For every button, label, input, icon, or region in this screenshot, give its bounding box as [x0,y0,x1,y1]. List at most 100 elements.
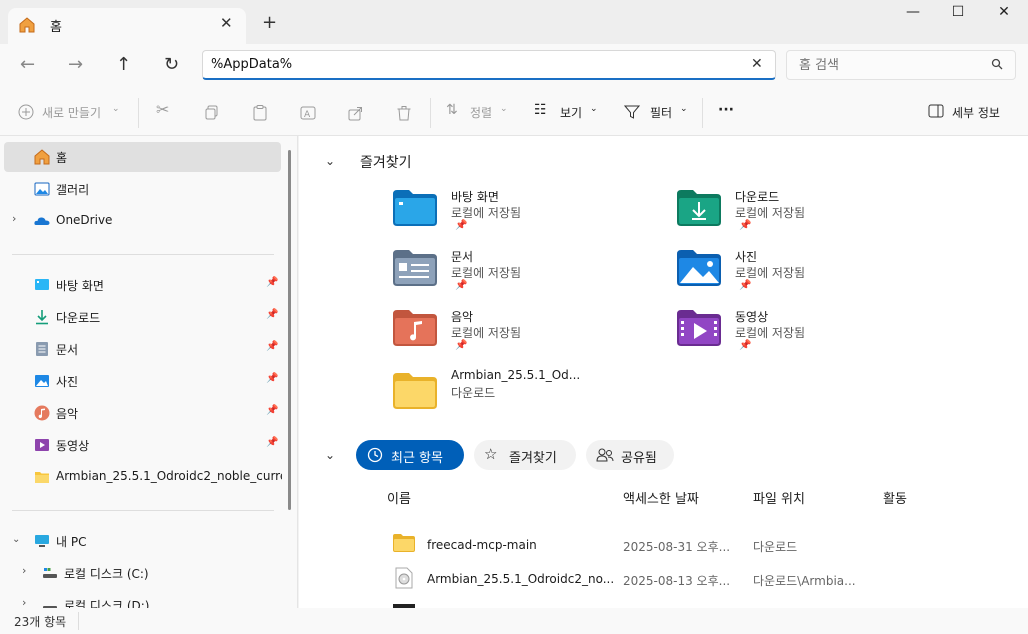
pin-icon[interactable]: 📌 [266,405,278,416]
file-location: 다운로드\Armbia... [753,574,856,588]
paste-icon[interactable] [252,105,268,121]
share-icon[interactable] [348,105,364,121]
address-input[interactable] [211,57,731,72]
close-button[interactable]: ✕ [981,4,1027,28]
pin-icon[interactable]: 📌 [266,309,278,320]
new-tab-button[interactable]: + [262,12,277,33]
favorite-item-documents[interactable]: 문서 로컬에 저장됨 📌 [393,248,653,304]
sidebar-item-this-pc[interactable]: ⌄ 내 PC [4,526,281,556]
sidebar-item-home[interactable]: 홈 [4,142,281,172]
pin-icon: 📌 [739,340,752,351]
favorite-item-music[interactable]: 음악 로컬에 저장됨 📌 [393,308,653,364]
people-icon [596,448,614,462]
sidebar-item-gallery[interactable]: 갤러리 [4,174,281,204]
desktop-icon [34,277,50,293]
pin-icon: 📌 [739,280,752,291]
chevron-down-icon: ⌄ [112,104,120,114]
pin-icon[interactable]: 📌 [266,373,278,384]
chevron-down-icon[interactable]: ⌄ [325,448,335,462]
sidebar-item-desktop[interactable]: 바탕 화면 📌 [4,270,281,300]
chevron-down-icon[interactable]: ⌄ [12,534,20,545]
pin-icon[interactable]: 📌 [266,341,278,352]
column-header-date[interactable]: 액세스한 날짜 [623,488,699,507]
documents-icon [393,250,437,286]
search-icon[interactable] [991,58,1003,70]
cut-icon[interactable]: ✂ [156,100,169,119]
favorite-status: 로컬에 저장됨 [451,326,522,340]
chevron-down-icon: ⌄ [680,104,688,114]
sidebar-divider [12,254,274,255]
sidebar-item-drive-c[interactable]: › 로컬 디스크 (C:) [4,558,281,588]
sidebar-item-documents[interactable]: 문서 📌 [4,334,281,364]
favorite-item-pictures[interactable]: 사진 로컬에 저장됨 📌 [677,248,937,304]
sidebar-item-videos[interactable]: 동영상 📌 [4,430,281,460]
chevron-right-icon[interactable]: › [12,212,16,225]
search-input[interactable] [799,58,979,73]
toolbar-divider [702,98,703,128]
file-name: Armbian_25.5.1_Odroidc2_no... [427,572,615,586]
favorite-item-armbian-folder[interactable]: Armbian_25.5.1_Od... 다운로드 [393,368,653,424]
chevron-down-icon: ⌄ [500,104,508,114]
chevron-right-icon[interactable]: › [22,564,26,577]
favorite-name: 다운로드 [735,190,780,204]
toolbar-divider [430,98,431,128]
folder-icon [34,469,50,485]
tab-close-button[interactable]: ✕ [220,14,233,32]
navigation-bar: ← → ↑ ↻ ✕ [0,44,1028,88]
table-row[interactable]: Armbian_25.5.1_Odroidc2_no... 2025-08-13… [379,564,1019,592]
sidebar-item-pictures[interactable]: 사진 📌 [4,366,281,396]
forward-button[interactable]: → [68,54,83,75]
copy-icon[interactable] [204,105,220,121]
sidebar-item-label: 홈 [56,151,68,165]
minimize-button[interactable]: — [890,4,936,28]
navigation-pane: 홈 갤러리 › OneDrive 바탕 화면 📌 다운로드 📌 문서 📌 사진 … [0,136,298,613]
search-box[interactable] [786,50,1016,80]
sort-label: 정렬 [470,106,493,120]
sidebar-item-onedrive[interactable]: › OneDrive [4,206,281,236]
favorite-item-videos[interactable]: 동영상 로컬에 저장됨 📌 [677,308,937,364]
sort-icon: ⇅ [446,102,458,118]
tab-favorites[interactable]: ☆ 즐겨찾기 [474,440,576,470]
sidebar-item-downloads[interactable]: 다운로드 📌 [4,302,281,332]
sidebar-item-label: 문서 [56,343,79,357]
column-header-activity[interactable]: 활동 [883,488,907,507]
back-button[interactable]: ← [20,54,35,75]
more-options-button[interactable]: ··· [718,102,734,118]
tab-recent-label: 최근 항목 [391,451,443,466]
sidebar-item-label: 내 PC [56,535,87,549]
tab-title: 홈 [50,20,62,35]
clear-address-button[interactable]: ✕ [751,56,763,72]
pin-icon[interactable]: 📌 [266,437,278,448]
favorite-name: 문서 [451,250,474,264]
tab-home[interactable]: 홈 ✕ [8,8,246,44]
chevron-down-icon[interactable]: ⌄ [325,154,335,168]
pin-icon[interactable]: 📌 [266,277,278,288]
folder-icon [393,534,415,552]
home-icon [34,149,50,165]
favorite-item-downloads[interactable]: 다운로드 로컬에 저장됨 📌 [677,188,937,244]
sidebar-item-armbian-folder[interactable]: Armbian_25.5.1_Odroidc2_noble_current_6 [4,462,282,492]
column-header-name[interactable]: 이름 [387,488,411,507]
favorite-item-desktop[interactable]: 바탕 화면 로컬에 저장됨 📌 [393,188,653,244]
rename-icon[interactable]: A [300,105,318,121]
sidebar-item-music[interactable]: 음악 📌 [4,398,281,428]
refresh-button[interactable]: ↻ [164,54,179,75]
delete-icon[interactable] [396,105,412,121]
tab-recent[interactable]: 최근 항목 [356,440,464,470]
favorites-section-title: 즐겨찾기 [360,155,412,171]
documents-icon [34,341,50,357]
pictures-icon [34,373,50,389]
maximize-button[interactable]: ☐ [935,4,981,28]
favorite-location: 다운로드 [451,386,496,400]
sidebar-item-label: Armbian_25.5.1_Odroidc2_noble_current_6 [56,469,282,483]
view-label: 보기 [560,106,583,120]
filter-icon [624,105,640,119]
sidebar-item-label: 다운로드 [56,311,101,325]
up-button[interactable]: ↑ [116,54,131,75]
tab-shared[interactable]: 공유됨 [586,440,674,470]
table-row[interactable]: freecad-mcp-main 2025-08-31 오후... 다운로드 [379,530,1019,558]
address-bar[interactable]: ✕ [202,50,776,80]
sidebar-scrollbar[interactable] [288,150,291,510]
sidebar-item-label: 갤러리 [56,183,90,197]
column-header-location[interactable]: 파일 위치 [753,488,805,507]
